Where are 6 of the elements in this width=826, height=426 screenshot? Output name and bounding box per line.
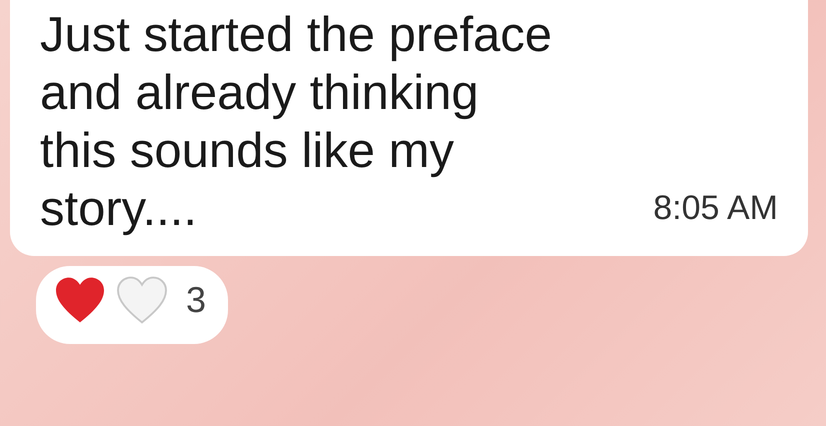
- message-text: Just started the preface and already thinking this sounds like my story....: [40, 7, 552, 238]
- heart-icon: [116, 276, 168, 324]
- reactions-pill[interactable]: 3: [36, 266, 228, 344]
- reaction-count: 3: [186, 279, 206, 321]
- message-time: 8:05 AM: [653, 189, 778, 228]
- heart-icon: [54, 276, 106, 324]
